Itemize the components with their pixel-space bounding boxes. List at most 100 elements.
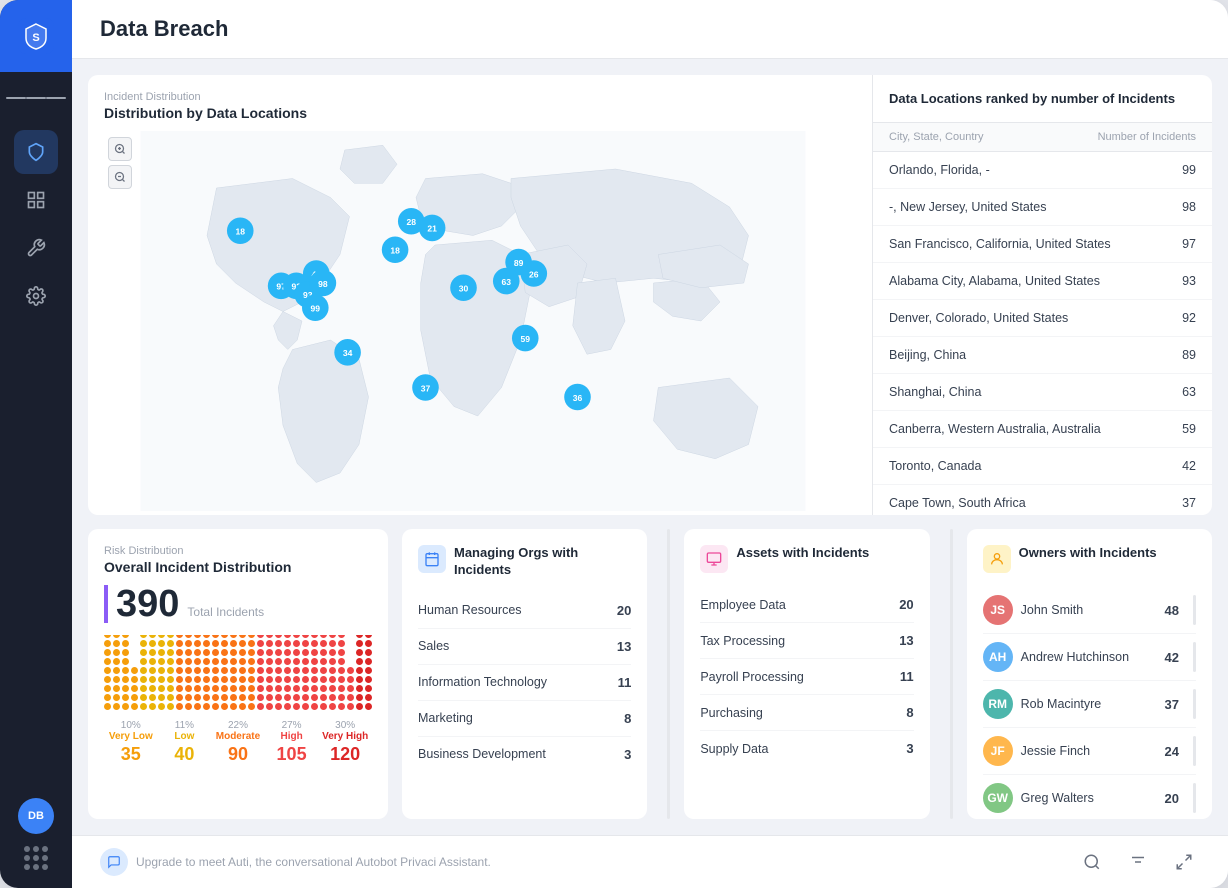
orgs-header: Managing Orgs with Incidents [418, 545, 631, 579]
svg-text:18: 18 [390, 246, 400, 256]
owner-name: Jessie Finch [1021, 744, 1157, 758]
dl-col-incidents: Number of Incidents [1098, 131, 1196, 143]
risk-pct: 10% [104, 720, 158, 731]
risk-label: Moderate [211, 731, 265, 742]
risk-bar-item: 10% Very Low 35 [104, 720, 158, 765]
dl-city-name: San Francisco, California, United States [889, 237, 1111, 251]
page-header: Data Breach [72, 0, 1228, 59]
svg-text:30: 30 [459, 284, 469, 294]
owner-count: 37 [1165, 697, 1179, 712]
dl-incident-count: 98 [1182, 200, 1196, 214]
total-incidents-number: 390 [104, 585, 179, 623]
dl-city-name: Alabama City, Alabama, United States [889, 274, 1100, 288]
owner-avatar: GW [983, 783, 1013, 813]
assets-panel: Assets with Incidents Employee Data20Tax… [684, 529, 929, 819]
owners-rows: JS John Smith 48 AH Andrew Hutchinson 42… [983, 587, 1196, 819]
svg-text:99: 99 [311, 304, 321, 314]
assets-row-label: Purchasing [700, 706, 763, 720]
owner-divider [1193, 595, 1196, 625]
dl-incident-count: 37 [1182, 496, 1196, 510]
dl-city-name: Denver, Colorado, United States [889, 311, 1068, 325]
owner-name: John Smith [1021, 603, 1157, 617]
svg-text:98: 98 [318, 279, 328, 289]
dot-grid-button[interactable] [18, 840, 54, 876]
dl-row: Toronto, Canada 42 [873, 448, 1212, 485]
risk-pct: 11% [158, 720, 212, 731]
dl-column-headers: City, State, Country Number of Incidents [873, 123, 1212, 152]
risk-value: 40 [158, 744, 212, 765]
orgs-row: Business Development3 [418, 737, 631, 772]
assets-row-label: Payroll Processing [700, 670, 804, 684]
svg-text:34: 34 [343, 348, 353, 358]
dl-incident-count: 97 [1182, 237, 1196, 251]
chat-icon [100, 848, 128, 876]
owner-name: Greg Walters [1021, 791, 1157, 805]
owner-count: 42 [1165, 650, 1179, 665]
risk-bar-item: 11% Low 40 [158, 720, 212, 765]
sidebar-item-settings[interactable] [14, 274, 58, 318]
sidebar-logo[interactable]: S [0, 0, 72, 72]
assets-row-value: 3 [906, 741, 913, 756]
risk-label: Very Low [104, 731, 158, 742]
owner-count: 24 [1165, 744, 1179, 759]
dl-row: Shanghai, China 63 [873, 374, 1212, 411]
risk-value: 105 [265, 744, 319, 765]
risk-bar-item: 22% Moderate 90 [211, 720, 265, 765]
data-locations-title: Data Locations ranked by number of Incid… [889, 91, 1196, 106]
owners-header: Owners with Incidents [983, 545, 1196, 573]
risk-pct: 27% [265, 720, 319, 731]
risk-distribution-panel: Risk Distribution Overall Incident Distr… [88, 529, 388, 819]
data-locations-panel: Data Locations ranked by number of Incid… [872, 75, 1212, 515]
owner-divider [1193, 689, 1196, 719]
orgs-row-label: Business Development [418, 747, 546, 761]
dl-row: Orlando, Florida, -99 [873, 152, 1212, 189]
orgs-rows: Human Resources20Sales13Information Tech… [418, 593, 631, 772]
owner-row: JS John Smith 48 [983, 587, 1196, 634]
orgs-row-value: 13 [617, 639, 631, 654]
assets-divider [950, 529, 953, 819]
risk-label: Very High [318, 731, 372, 742]
search-button[interactable] [1076, 846, 1108, 878]
assets-row: Supply Data3 [700, 731, 913, 766]
dl-incident-count: 63 [1182, 385, 1196, 399]
hamburger-menu[interactable] [0, 76, 72, 120]
assets-row-label: Employee Data [700, 598, 785, 612]
user-avatar[interactable]: DB [18, 798, 54, 834]
footer-actions [1076, 846, 1200, 878]
bottom-panels: Risk Distribution Overall Incident Distr… [88, 529, 1212, 819]
owner-divider [1193, 783, 1196, 813]
share-button[interactable] [1168, 846, 1200, 878]
filter-button[interactable] [1122, 846, 1154, 878]
assets-row: Tax Processing13 [700, 623, 913, 659]
dl-incident-count: 42 [1182, 459, 1196, 473]
dot-chart [104, 635, 372, 710]
owner-row: GW Greg Walters 20 [983, 775, 1196, 819]
assets-row-value: 13 [899, 633, 913, 648]
map-section-label: Incident Distribution [104, 91, 842, 103]
total-incidents-label: Total Incidents [187, 605, 264, 623]
sidebar-nav [14, 130, 58, 798]
dl-city-name: Shanghai, China [889, 385, 981, 399]
footer-chat: Upgrade to meet Auti, the conversational… [100, 848, 491, 876]
sidebar-item-tools[interactable] [14, 226, 58, 270]
orgs-row-value: 8 [624, 711, 631, 726]
page-body: Incident Distribution Distribution by Da… [72, 59, 1228, 835]
orgs-row-label: Information Technology [418, 675, 547, 689]
owner-row: AH Andrew Hutchinson 42 [983, 634, 1196, 681]
owner-row: RM Rob Macintyre 37 [983, 681, 1196, 728]
dl-row: San Francisco, California, United States… [873, 226, 1212, 263]
sidebar-item-shield[interactable] [14, 130, 58, 174]
owner-name: Andrew Hutchinson [1021, 650, 1157, 664]
dl-city-name: Toronto, Canada [889, 459, 981, 473]
managing-orgs-panel: Managing Orgs with Incidents Human Resou… [402, 529, 647, 819]
assets-row-value: 11 [900, 669, 914, 684]
owners-icon [983, 545, 1011, 573]
risk-value: 90 [211, 744, 265, 765]
dl-row: Canberra, Western Australia, Australia59 [873, 411, 1212, 448]
svg-text:36: 36 [573, 393, 583, 403]
orgs-title: Managing Orgs with Incidents [454, 545, 631, 579]
dl-row: -, New Jersey, United States98 [873, 189, 1212, 226]
risk-bar-item: 27% High 105 [265, 720, 319, 765]
sidebar-item-dashboard[interactable] [14, 178, 58, 222]
map-section-title: Distribution by Data Locations [104, 105, 842, 121]
